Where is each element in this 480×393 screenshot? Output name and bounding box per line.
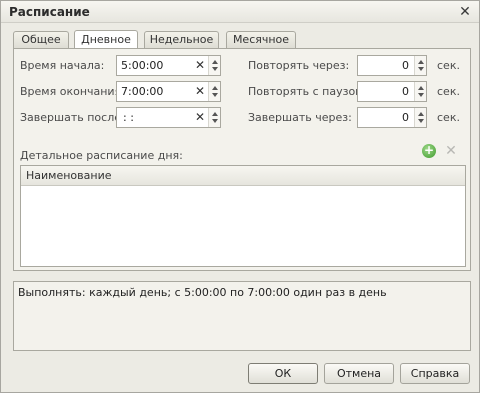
finish-in-label: Завершать через: xyxy=(248,111,352,124)
end-time-label: Время окончания: xyxy=(20,85,125,98)
repeat-pause-field[interactable]: 0 xyxy=(357,81,427,102)
summary-text: Выполнять: каждый день; с 5:00:00 по 7:0… xyxy=(18,286,387,299)
spinner-arrows[interactable] xyxy=(414,108,426,127)
finish-in-value: 0 xyxy=(402,111,409,124)
close-icon[interactable]: ✕ xyxy=(457,4,473,20)
start-time-label: Время начала: xyxy=(20,59,105,72)
start-time-value: 5:00:00 xyxy=(121,59,164,72)
detail-schedule-label: Детальное расписание дня: xyxy=(20,149,183,162)
repeat-every-field[interactable]: 0 xyxy=(357,55,427,76)
help-button[interactable]: Справка xyxy=(400,363,470,384)
start-time-field[interactable]: 5:00:00 ✕ xyxy=(116,55,221,76)
tab-daily[interactable]: Дневное xyxy=(74,30,138,49)
column-header-name[interactable]: Наименование xyxy=(21,166,465,186)
finish-in-field[interactable]: 0 xyxy=(357,107,427,128)
repeat-pause-unit: сек. xyxy=(437,85,460,98)
end-time-value: 7:00:00 xyxy=(121,85,164,98)
title-bar: Расписание ✕ xyxy=(1,1,479,23)
end-time-field[interactable]: 7:00:00 ✕ xyxy=(116,81,221,102)
add-icon[interactable]: + xyxy=(422,144,436,158)
repeat-every-label: Повторять через: xyxy=(248,59,350,72)
repeat-every-unit: сек. xyxy=(437,59,460,72)
spinner-arrows[interactable] xyxy=(414,56,426,75)
tab-general[interactable]: Общее xyxy=(13,31,69,49)
ok-button[interactable]: ОК xyxy=(248,363,318,384)
tab-weekly[interactable]: Недельное xyxy=(144,31,219,49)
spinner-arrows[interactable] xyxy=(414,82,426,101)
tab-monthly[interactable]: Месячное xyxy=(226,31,296,49)
spinner-arrows[interactable] xyxy=(208,108,220,127)
repeat-pause-label: Повторять с паузой: xyxy=(248,85,367,98)
schedule-dialog: Расписание ✕ Общее Дневное Недельное Мес… xyxy=(0,0,480,393)
finish-in-unit: сек. xyxy=(437,111,460,124)
spinner-arrows[interactable] xyxy=(208,56,220,75)
finish-after-field[interactable]: : : ✕ xyxy=(116,107,221,128)
finish-after-value: : : xyxy=(123,111,134,124)
spinner-arrows[interactable] xyxy=(208,82,220,101)
detail-schedule-table[interactable]: Наименование xyxy=(20,165,466,267)
clear-icon[interactable]: ✕ xyxy=(193,82,207,101)
window-title: Расписание xyxy=(9,5,90,19)
finish-after-label: Завершать после: xyxy=(20,111,125,124)
clear-icon[interactable]: ✕ xyxy=(193,56,207,75)
clear-icon[interactable]: ✕ xyxy=(193,108,207,127)
cancel-button[interactable]: Отмена xyxy=(324,363,394,384)
delete-icon[interactable]: ✕ xyxy=(444,144,458,158)
schedule-summary: Выполнять: каждый день; с 5:00:00 по 7:0… xyxy=(13,281,471,351)
repeat-every-value: 0 xyxy=(402,59,409,72)
repeat-pause-value: 0 xyxy=(402,85,409,98)
